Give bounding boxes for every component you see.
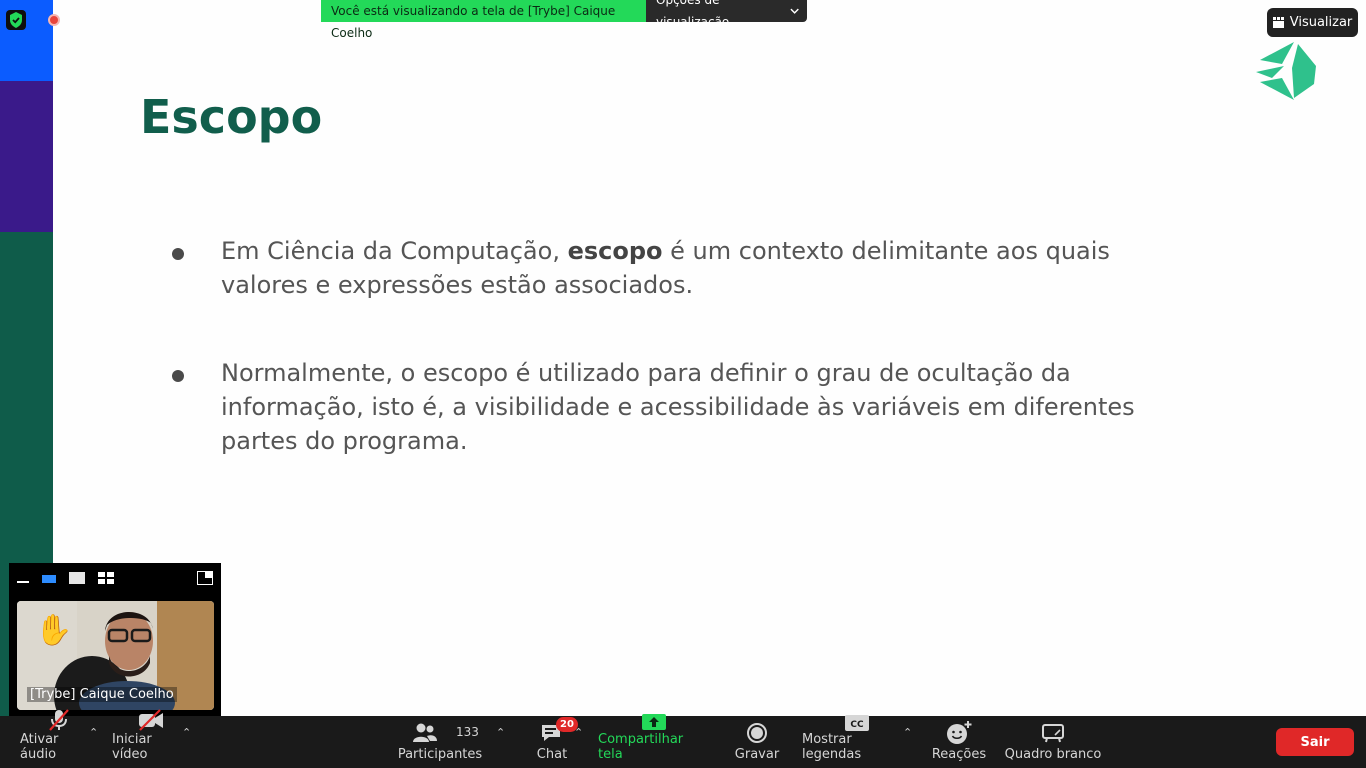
- emoji-reaction-icon: [946, 719, 972, 747]
- single-view-icon[interactable]: [69, 571, 85, 584]
- minimize-icon[interactable]: [17, 572, 29, 584]
- grid-view-icon: [1272, 17, 1284, 28]
- trybe-logo-icon: [1256, 42, 1316, 100]
- audio-button[interactable]: Ativar áudio: [20, 709, 98, 768]
- whiteboard-icon: [1042, 719, 1064, 747]
- bullet-text: Em Ciência da Computação, escopo é um co…: [221, 234, 1181, 302]
- reactions-button[interactable]: Reações: [930, 716, 988, 768]
- view-options-dropdown[interactable]: Opções de visualização: [646, 0, 807, 29]
- raised-hand-icon: ✋: [35, 613, 73, 648]
- meeting-toolbar: Ativar áudio ⌃ Iniciar vídeo ⌃ Participa…: [0, 709, 1366, 768]
- bullet-keyword: escopo: [567, 237, 663, 265]
- chat-options-caret-icon[interactable]: ⌃: [574, 726, 583, 739]
- chevron-down-icon: [790, 8, 799, 14]
- exit-minimized-icon[interactable]: [197, 570, 213, 585]
- screen-share-banner: Você está visualizando a tela de [Trybe]…: [321, 0, 807, 40]
- bullet-dot-icon: [172, 370, 184, 382]
- video-button-label: Iniciar vídeo: [112, 732, 152, 762]
- microphone-muted-icon: [47, 708, 71, 732]
- view-options-label: Opções de visualização: [656, 0, 730, 29]
- view-button-label: Visualizar: [1289, 15, 1353, 30]
- video-options-caret-icon[interactable]: ⌃: [182, 726, 191, 739]
- record-button[interactable]: Gravar: [732, 716, 782, 768]
- security-shield-icon[interactable]: [6, 10, 26, 30]
- leave-meeting-button[interactable]: Sair: [1276, 728, 1354, 756]
- recording-indicator-icon: [48, 14, 60, 26]
- record-button-label: Gravar: [734, 747, 780, 762]
- participants-button-label: Participantes: [397, 747, 483, 762]
- closed-captions-icon: CC: [845, 714, 869, 732]
- share-screen-button[interactable]: Compartilhar tela: [598, 714, 710, 768]
- participants-button[interactable]: Participantes: [398, 716, 482, 768]
- chat-button-label: Chat: [536, 747, 568, 762]
- viewing-screen-text: Você está visualizando a tela de [Trybe]…: [321, 0, 646, 40]
- self-view-panel[interactable]: ✋ [Trybe] Caique Coelho: [9, 563, 221, 716]
- video-button[interactable]: Iniciar vídeo: [112, 709, 190, 768]
- captions-button-label: Mostrar legendas: [802, 732, 862, 762]
- participants-icon: [412, 719, 438, 747]
- bullet-text-part: Em Ciência da Computação,: [221, 237, 568, 265]
- whiteboard-button[interactable]: Quadro branco: [1004, 716, 1102, 768]
- share-screen-button-label: Compartilhar tela: [598, 732, 684, 762]
- participants-count: 133: [456, 725, 479, 739]
- zoom-window: Você está visualizando a tela de [Trybe]…: [0, 0, 1366, 768]
- participant-video: ✋ [Trybe] Caique Coelho: [17, 601, 214, 710]
- view-button[interactable]: Visualizar: [1267, 8, 1358, 37]
- captions-button[interactable]: CC Mostrar legendas: [802, 714, 912, 768]
- svg-text:CC: CC: [850, 720, 864, 730]
- captions-options-caret-icon[interactable]: ⌃: [903, 726, 912, 739]
- reactions-button-label: Reações: [931, 747, 987, 762]
- bullet-dot-icon: [172, 248, 184, 260]
- record-icon: [746, 719, 768, 747]
- audio-options-caret-icon[interactable]: ⌃: [89, 726, 98, 739]
- whiteboard-button-label: Quadro branco: [1004, 747, 1102, 762]
- camera-off-icon: [138, 708, 164, 732]
- side-strip-purple: [0, 81, 53, 232]
- participant-name: [Trybe] Caique Coelho: [27, 687, 177, 702]
- share-screen-icon: [642, 712, 666, 732]
- speaker-view-icon[interactable]: [42, 572, 56, 584]
- self-view-controls: [9, 563, 221, 592]
- bullet-text: Normalmente, o escopo é utilizado para d…: [221, 359, 1135, 455]
- audio-button-label: Ativar áudio: [20, 732, 59, 762]
- slide-title: Escopo: [140, 90, 323, 144]
- gallery-view-icon[interactable]: [98, 571, 114, 584]
- participants-options-caret-icon[interactable]: ⌃: [496, 726, 505, 739]
